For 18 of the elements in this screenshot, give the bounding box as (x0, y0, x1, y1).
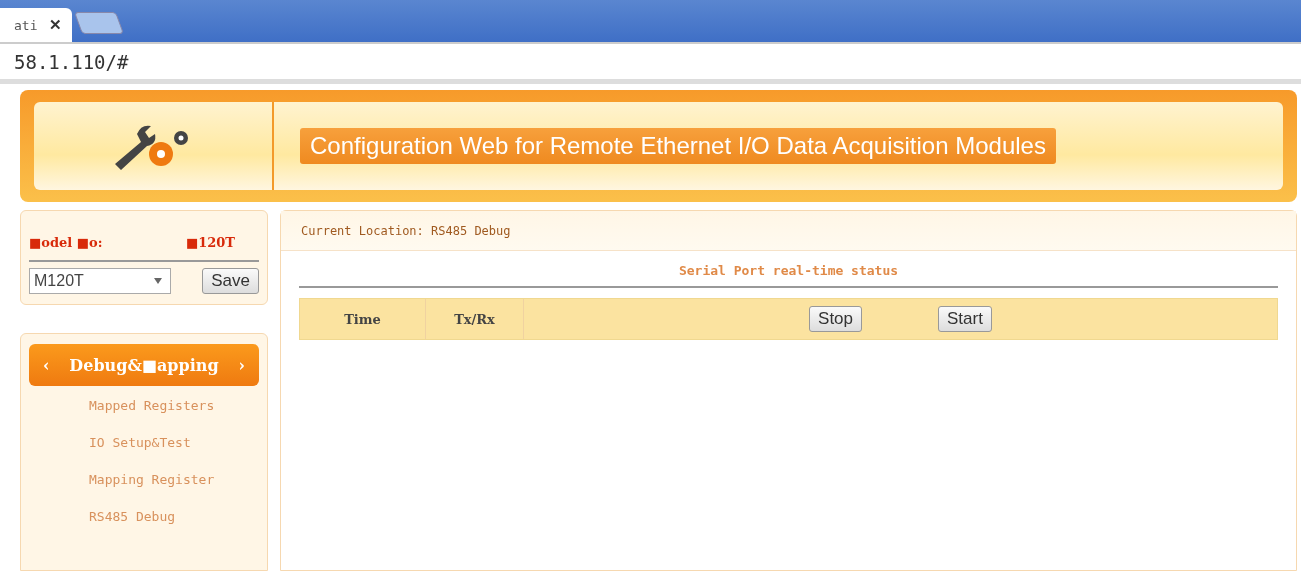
new-tab-button[interactable] (74, 12, 124, 34)
caret-icon (154, 278, 162, 284)
page-title: Configuration Web for Remote Ethernet I/O Data Acquisition Modules (300, 128, 1056, 164)
menu-title: Debug&■apping (69, 355, 219, 375)
save-button[interactable]: Save (202, 268, 259, 294)
browser-tab[interactable]: ati ✕ (0, 8, 72, 42)
close-icon[interactable]: ✕ (49, 16, 63, 34)
tab-title: ati (14, 17, 38, 33)
breadcrumb: Current Location: RS485 Debug (301, 223, 511, 238)
model-select[interactable]: M120T (29, 268, 171, 294)
address-text[interactable]: 58.1.110/# (14, 50, 129, 73)
model-label: ■odel ■o: (29, 235, 103, 250)
column-header: Time (344, 311, 381, 327)
table-button[interactable]: Stop (809, 306, 863, 332)
section-title: Serial Port real-time status (678, 263, 899, 278)
table-button[interactable]: Start (938, 306, 992, 332)
model-value: ■120T (185, 235, 235, 250)
column-header: Tx/Rx (454, 311, 495, 327)
